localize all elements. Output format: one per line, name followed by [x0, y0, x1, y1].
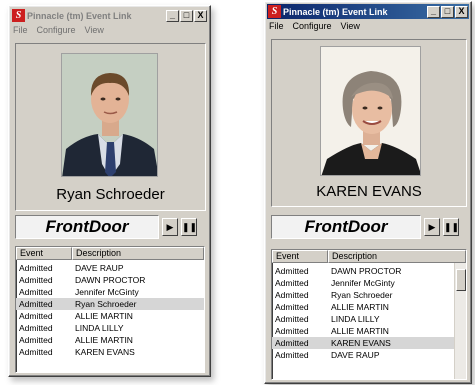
door-controls: FrontDoor ▶ ❚❚ [271, 215, 459, 239]
list-row[interactable]: Admitted DAWN PROCTOR [16, 274, 204, 286]
event-link-window-karen: S Pinnacle (tm) Event Link _ □ X File Co… [264, 1, 472, 384]
list-row[interactable]: Admitted Jennifer McGinty [16, 286, 204, 298]
event-cell: Admitted [275, 266, 309, 276]
description-cell: Jennifer McGinty [331, 278, 395, 288]
play-button[interactable]: ▶ [162, 218, 178, 236]
menu-bar: File Configure View [13, 25, 104, 35]
person-name: KAREN EVANS [316, 183, 422, 200]
event-cell: Admitted [275, 302, 309, 312]
list-row[interactable]: Admitted ALLIE MARTIN [272, 301, 454, 313]
menu-view[interactable]: View [85, 25, 104, 35]
description-cell: KAREN EVANS [75, 347, 135, 357]
description-cell: Jennifer McGinty [75, 287, 139, 297]
close-button[interactable]: X [455, 5, 468, 18]
list-row[interactable]: Admitted DAVE RAUP [272, 349, 454, 361]
list-row[interactable]: Admitted ALLIE MARTIN [16, 310, 204, 322]
description-cell: DAWN PROCTOR [75, 275, 146, 285]
list-row[interactable]: Admitted LINDA LILLY [272, 313, 454, 325]
event-cell: Admitted [19, 347, 53, 357]
menu-view[interactable]: View [341, 21, 360, 31]
pinnacle-s-icon: S [12, 9, 25, 22]
event-cell: Admitted [19, 311, 53, 321]
column-header-event[interactable]: Event [272, 250, 328, 263]
column-header-description[interactable]: Description [72, 247, 204, 260]
description-cell: LINDA LILLY [331, 314, 380, 324]
door-name: FrontDoor [271, 215, 421, 239]
event-cell: Admitted [19, 275, 53, 285]
title-bar[interactable]: S Pinnacle (tm) Event Link _ □ X [11, 8, 208, 23]
restore-button[interactable]: □ [180, 9, 193, 22]
event-cell: Admitted [275, 314, 309, 324]
menu-configure[interactable]: Configure [293, 21, 332, 31]
scrollbar-thumb[interactable] [456, 269, 466, 291]
person-name: Ryan Schroeder [56, 186, 165, 203]
description-cell: DAVE RAUP [75, 263, 124, 273]
minimize-button[interactable]: _ [166, 9, 179, 22]
description-cell: LINDA LILLY [75, 323, 124, 333]
description-cell: KAREN EVANS [331, 338, 391, 348]
person-photo [61, 53, 158, 177]
menu-configure[interactable]: Configure [37, 25, 76, 35]
description-cell: Ryan Schroeder [331, 290, 393, 300]
column-header-description[interactable]: Description [328, 250, 466, 263]
pinnacle-s-icon: S [268, 5, 281, 18]
event-link-window-ryan: S Pinnacle (tm) Event Link _ □ X File Co… [8, 5, 211, 377]
menu-bar: File Configure View [269, 21, 360, 31]
event-cell: Admitted [275, 278, 309, 288]
list-row[interactable]: Admitted KAREN EVANS [16, 346, 204, 358]
photo-panel: Ryan Schroeder [15, 43, 206, 211]
list-row-selected[interactable]: Admitted KAREN EVANS [272, 337, 454, 349]
person-photo [320, 46, 421, 176]
list-header: Event Description [16, 247, 204, 260]
list-row[interactable]: Admitted DAWN PROCTOR [272, 265, 454, 277]
event-cell: Admitted [275, 290, 309, 300]
title-bar[interactable]: S Pinnacle (tm) Event Link _ □ X [267, 4, 469, 19]
event-list[interactable]: Event Description Admitted DAWN PROCTOR A… [271, 249, 467, 380]
list-row[interactable]: Admitted LINDA LILLY [16, 322, 204, 334]
description-cell: ALLIE MARTIN [331, 302, 389, 312]
description-cell: ALLIE MARTIN [75, 311, 133, 321]
column-header-event[interactable]: Event [16, 247, 72, 260]
event-cell: Admitted [275, 338, 309, 348]
door-name: FrontDoor [15, 215, 159, 239]
restore-button[interactable]: □ [441, 5, 454, 18]
description-cell: ALLIE MARTIN [75, 335, 133, 345]
event-cell: Admitted [275, 326, 309, 336]
door-controls: FrontDoor ▶ ❚❚ [15, 215, 197, 239]
menu-file[interactable]: File [13, 25, 28, 35]
minimize-button[interactable]: _ [427, 5, 440, 18]
event-list[interactable]: Event Description Admitted DAVE RAUP Admi… [15, 246, 205, 373]
list-row[interactable]: Admitted ALLIE MARTIN [16, 334, 204, 346]
description-cell: Ryan Schroeder [75, 299, 137, 309]
vertical-scrollbar[interactable] [454, 263, 466, 379]
list-row[interactable]: Admitted Ryan Schroeder [272, 289, 454, 301]
event-cell: Admitted [19, 335, 53, 345]
description-cell: DAVE RAUP [331, 350, 380, 360]
pause-button[interactable]: ❚❚ [443, 218, 459, 236]
event-cell: Admitted [275, 350, 309, 360]
pause-button[interactable]: ❚❚ [181, 218, 197, 236]
play-button[interactable]: ▶ [424, 218, 440, 236]
list-row[interactable]: Admitted ALLIE MARTIN [272, 325, 454, 337]
list-row[interactable]: Admitted DAVE RAUP [16, 262, 204, 274]
photo-panel: KAREN EVANS [271, 39, 467, 207]
window-title: Pinnacle (tm) Event Link [27, 10, 132, 21]
event-cell: Admitted [19, 263, 53, 273]
event-cell: Admitted [19, 299, 53, 309]
close-button[interactable]: X [194, 9, 207, 22]
event-cell: Admitted [19, 323, 53, 333]
list-row[interactable]: Admitted Jennifer McGinty [272, 277, 454, 289]
list-row-selected[interactable]: Admitted Ryan Schroeder [16, 298, 204, 310]
menu-file[interactable]: File [269, 21, 284, 31]
description-cell: ALLIE MARTIN [331, 326, 389, 336]
window-title: Pinnacle (tm) Event Link [283, 6, 388, 17]
event-cell: Admitted [19, 287, 53, 297]
description-cell: DAWN PROCTOR [331, 266, 402, 276]
list-header: Event Description [272, 250, 466, 263]
